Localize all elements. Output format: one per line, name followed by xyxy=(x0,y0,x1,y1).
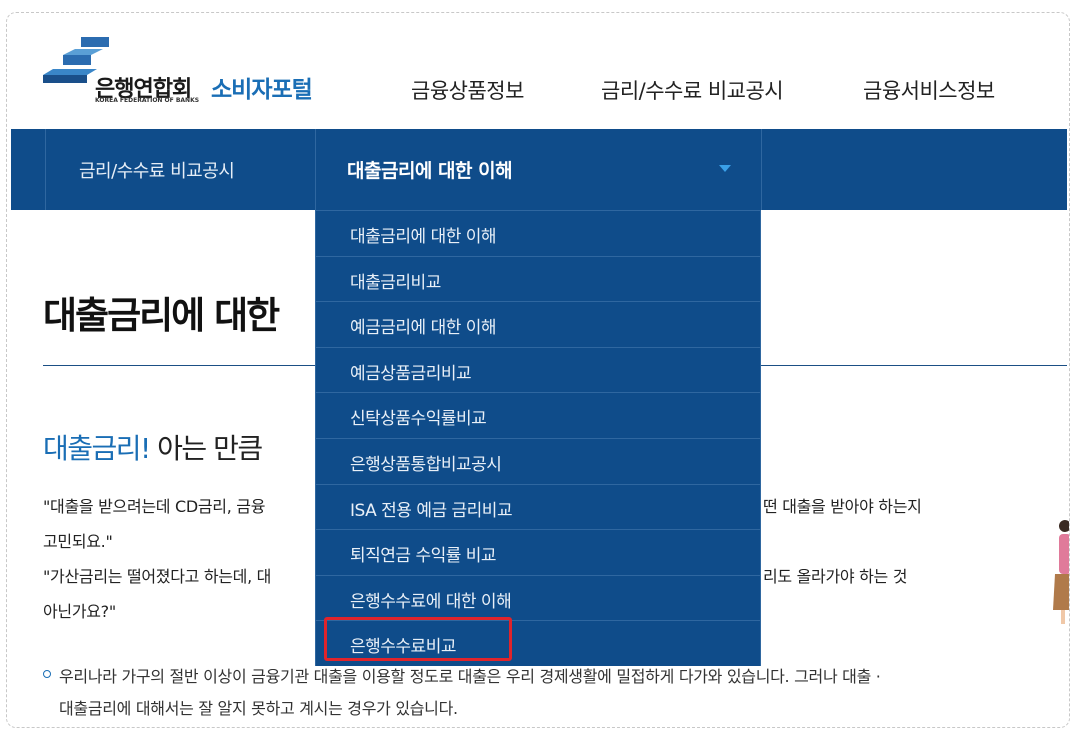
nav-item-products[interactable]: 금융상품정보 xyxy=(411,75,524,105)
dropdown-item[interactable]: 대출금리에 대한 이해 xyxy=(316,210,760,256)
bullet-icon xyxy=(43,670,51,678)
dropdown-item[interactable]: 퇴직연금 수익률 비교 xyxy=(316,529,760,575)
main-nav: 금융상품정보 금리/수수료 비교공시 금융서비스정보 xyxy=(7,75,1069,105)
browser-frame: 은행연합회 KOREA FEDERATION OF BANKS 소비자포털 금융… xyxy=(6,12,1070,728)
quote-line-3-left: "가산금리는 떨어졌다고 하는데, 대 xyxy=(43,567,272,586)
dropdown-item-label: 대출금리비교 xyxy=(350,272,441,293)
dropdown-item-label: 은행수수료에 대한 이해 xyxy=(350,591,512,612)
highlight-box xyxy=(324,617,512,661)
quote-line-1-right: 떤 대출을 받아야 하는지 xyxy=(763,497,922,516)
subbar-section-link[interactable]: 금리/수수료 비교공시 xyxy=(79,157,235,183)
dropdown-item-label: 예금상품금리비교 xyxy=(350,363,472,384)
bullet-text-line-1: 우리나라 가구의 절반 이상이 금융기관 대출을 이용할 정도로 대출은 우리 … xyxy=(59,667,881,686)
dropdown-item-label: 퇴직연금 수익률 비교 xyxy=(350,546,497,567)
subbar-divider xyxy=(761,129,762,210)
dropdown-item[interactable]: 예금상품금리비교 xyxy=(316,346,760,393)
dropdown-item[interactable]: ISA 전용 예금 금리비교 xyxy=(316,483,760,530)
dropdown-item-label: ISA 전용 예금 금리비교 xyxy=(350,500,513,521)
section-title-rest: 아는 만큼 xyxy=(149,432,263,465)
nav-item-services[interactable]: 금융서비스정보 xyxy=(863,75,995,105)
site-header: 은행연합회 KOREA FEDERATION OF BANKS 소비자포털 금융… xyxy=(7,13,1069,129)
quote-line-2: 고민되요." xyxy=(43,532,113,551)
subbar-divider xyxy=(315,129,316,210)
quote-line-4: 아닌가요?" xyxy=(43,602,116,621)
dropdown-item[interactable]: 예금금리에 대한 이해 xyxy=(316,301,760,347)
dropdown-item-label: 신탁상품수익률비교 xyxy=(350,409,487,430)
dropdown-item[interactable]: 신탁상품수익률비교 xyxy=(316,392,760,438)
dropdown-item-label: 은행상품통합비교공시 xyxy=(350,455,502,475)
person-illustration-icon xyxy=(1053,520,1069,624)
dropdown-item[interactable]: 은행상품통합비교공시 xyxy=(316,438,760,484)
section-title-highlight: 대출금리! xyxy=(43,432,151,465)
caret-down-icon[interactable] xyxy=(719,165,731,172)
section-title: 대출금리! 아는 만큼 xyxy=(43,427,263,467)
subbar-current-menu[interactable]: 대출금리에 대한 이해 xyxy=(347,156,513,183)
dropdown-item-label: 대출금리에 대한 이해 xyxy=(350,227,497,247)
sub-navigation-bar: 금리/수수료 비교공시 대출금리에 대한 이해 xyxy=(11,129,1067,210)
nav-item-rate-compare[interactable]: 금리/수수료 비교공시 xyxy=(601,75,784,105)
page-title: 대출금리에 대한 xyxy=(43,294,280,337)
quote-line-3-right: 리도 올라가야 하는 것 xyxy=(763,567,908,586)
quote-line-1-left: "대출을 받으려는데 CD금리, 금융 xyxy=(43,497,266,516)
subbar-divider xyxy=(45,129,46,210)
submenu-dropdown: 대출금리에 대한 이해 대출금리비교 예금금리에 대한 이해 예금상품금리비교 … xyxy=(315,210,761,666)
dropdown-item[interactable]: 은행수수료에 대한 이해 xyxy=(316,574,760,621)
intro-bullet: 우리나라 가구의 절반 이상이 금융기관 대출을 이용할 정도로 대출은 우리 … xyxy=(43,663,1067,723)
dropdown-item-label: 예금금리에 대한 이해 xyxy=(350,318,497,339)
bullet-text-line-2: 대출금리에 대해서는 잘 알지 못하고 계시는 경우가 있습니다. xyxy=(59,699,458,718)
dropdown-item[interactable]: 대출금리비교 xyxy=(316,255,760,302)
